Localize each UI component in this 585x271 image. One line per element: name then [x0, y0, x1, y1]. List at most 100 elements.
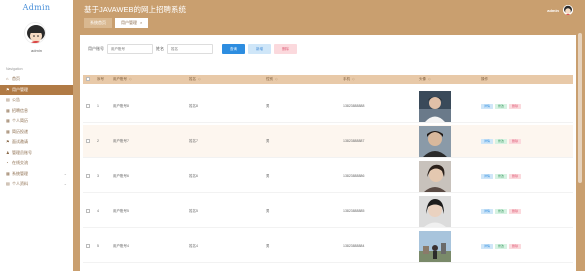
- sidebar-item-jobs[interactable]: ▦ 招聘信息: [0, 106, 73, 117]
- table-header: 序号 用户账号 ◇ 姓名 ◇ 性别 ◇ 手机 ◇ 头像 ◇ 操作: [83, 75, 573, 84]
- tab-home[interactable]: 系统首页: [84, 18, 112, 28]
- row-checkbox[interactable]: [86, 173, 90, 178]
- top-header: 基于JAVAWEB的网上招聘系统 系统首页 用户管理 × admin: [73, 0, 585, 29]
- user-icon: ♟: [6, 149, 10, 155]
- table-row: 2 用户账号7 姓名7 男 13823888887 详情 修改 删除: [83, 125, 573, 158]
- cell-phone: 13823888885: [343, 209, 365, 213]
- header-name[interactable]: 姓名 ◇: [189, 77, 266, 82]
- row-delete-button[interactable]: 删除: [509, 208, 522, 214]
- user-photo: [419, 230, 451, 262]
- sidebar-item-home[interactable]: ⌂ 首页: [0, 74, 73, 85]
- sidebar-item-label: 个人资料: [12, 181, 28, 186]
- cell-phone: 13823888886: [343, 174, 365, 178]
- edit-button[interactable]: 修改: [495, 208, 508, 214]
- sort-icon[interactable]: ◇: [428, 77, 431, 81]
- grid-icon: ▦: [6, 170, 10, 176]
- row-delete-button[interactable]: 删除: [509, 173, 522, 179]
- cell-no: 2: [97, 139, 99, 143]
- main-panel: 用户账号 姓名 查询 新增 删除 序号 用户账号◇ 姓名◇ 性别◇ 手机◇ 头像…: [80, 35, 576, 271]
- row-delete-button[interactable]: 删除: [509, 103, 522, 109]
- tab-users[interactable]: 用户管理 ×: [115, 18, 149, 28]
- sidebar-item-label: 公告: [12, 97, 20, 102]
- select-all-checkbox[interactable]: [86, 77, 90, 81]
- grid-icon: ▦: [6, 118, 10, 123]
- search-bar: 用户账号 姓名 查询 新增 删除: [88, 43, 297, 54]
- detail-button[interactable]: 详情: [481, 173, 494, 179]
- row-checkbox[interactable]: [86, 243, 90, 248]
- header-account[interactable]: 用户账号 ◇: [113, 77, 189, 82]
- search-button[interactable]: 查询: [222, 43, 245, 54]
- cell-phone: 13823888884: [343, 244, 365, 248]
- grid-icon: ▦: [6, 107, 10, 113]
- sidebar-item-interview[interactable]: ⚑ 面试邀请: [0, 137, 73, 148]
- nav-heading: Navigation: [6, 67, 23, 71]
- row-checkbox[interactable]: [86, 103, 90, 108]
- sidebar-item-admin-account[interactable]: ♟ 管理员账号: [0, 148, 73, 159]
- cell-name: 姓名5: [189, 208, 198, 213]
- delete-button[interactable]: 删除: [274, 43, 297, 54]
- sidebar-item-resume[interactable]: ▦ 个人简历: [0, 116, 73, 127]
- sidebar-item-notice[interactable]: ▤ 公告: [0, 95, 73, 106]
- cell-sex: 男: [266, 173, 270, 178]
- edit-button[interactable]: 修改: [495, 103, 508, 109]
- page-scrollbar[interactable]: [578, 33, 582, 183]
- cell-account: 用户账号4: [113, 243, 129, 248]
- name-search-input[interactable]: [167, 43, 213, 54]
- table-row: 1 用户账号8 姓名8 男 13823888888 详情 修改 删除: [83, 90, 573, 123]
- sidebar-item-label: 简历投递: [12, 128, 28, 134]
- tab-label: 用户管理: [121, 20, 137, 25]
- cell-sex: 男: [266, 208, 270, 213]
- home-icon: ⌂: [6, 76, 9, 81]
- sidebar-item-label: 在线交流: [12, 160, 28, 165]
- edit-button[interactable]: 修改: [495, 138, 508, 144]
- user-photo: [419, 125, 451, 157]
- sidebar-item-system[interactable]: ▦ 系统管理 ⌄: [0, 169, 73, 180]
- sidebar-item-chat[interactable]: ◔ 在线交流: [0, 158, 73, 169]
- user-photo: [419, 90, 451, 122]
- sort-icon[interactable]: ◇: [352, 77, 355, 81]
- document-icon: ▤: [6, 181, 10, 186]
- header-actions: 操作: [481, 77, 488, 81]
- detail-button[interactable]: 详情: [481, 243, 494, 249]
- cell-no: 1: [97, 104, 99, 108]
- sort-icon[interactable]: ◇: [129, 77, 132, 81]
- edit-button[interactable]: 修改: [495, 243, 508, 249]
- row-delete-button[interactable]: 删除: [509, 243, 522, 249]
- edit-button[interactable]: 修改: [495, 173, 508, 179]
- sidebar-nav: ⌂ 首页 ⚑ 用户管理 ▤ 公告 ▦ 招聘信息 ▦ 个人简历 ▦ 简历投递 ⚑ 面试邀请 ♟ 管…: [0, 74, 73, 190]
- cell-sex: 男: [266, 138, 270, 143]
- sidebar-item-users[interactable]: ⚑ 用户管理: [0, 84, 73, 95]
- detail-button[interactable]: 详情: [481, 208, 494, 214]
- sidebar-item-delivery[interactable]: ▦ 简历投递: [0, 127, 73, 138]
- sidebar-item-label: 用户管理: [12, 86, 28, 92]
- cell-no: 5: [97, 244, 99, 248]
- sort-icon[interactable]: ◇: [275, 77, 278, 81]
- chevron-down-icon: ⌄: [63, 181, 67, 186]
- cell-name: 姓名7: [189, 138, 198, 143]
- header-phone[interactable]: 手机 ◇: [343, 77, 419, 82]
- sidebar-item-profile[interactable]: ▤ 个人资料 ⌄: [0, 179, 73, 190]
- tab-bar: 系统首页 用户管理 ×: [84, 18, 149, 28]
- close-icon[interactable]: ×: [140, 20, 142, 25]
- detail-button[interactable]: 详情: [481, 103, 494, 109]
- header-avatar[interactable]: 头像 ◇: [419, 77, 481, 82]
- cell-sex: 男: [266, 243, 270, 248]
- add-button[interactable]: 新增: [248, 43, 271, 54]
- admin-avatar[interactable]: [563, 5, 573, 15]
- avatar[interactable]: [24, 22, 46, 44]
- row-delete-button[interactable]: 删除: [509, 138, 522, 144]
- user-photo: [419, 160, 451, 192]
- cell-phone: 13823888888: [343, 104, 365, 108]
- flag-icon: ⚑: [6, 86, 10, 92]
- row-checkbox[interactable]: [86, 208, 90, 213]
- header-sex[interactable]: 性别 ◇: [266, 77, 343, 82]
- cell-name: 姓名4: [189, 243, 198, 248]
- cell-account: 用户账号5: [113, 208, 129, 213]
- cell-account: 用户账号8: [113, 103, 129, 108]
- sort-icon[interactable]: ◇: [198, 77, 201, 81]
- detail-button[interactable]: 详情: [481, 138, 494, 144]
- account-search-input[interactable]: [107, 43, 153, 54]
- sidebar-item-label: 管理员账号: [12, 149, 32, 155]
- admin-label[interactable]: admin: [547, 8, 559, 13]
- row-checkbox[interactable]: [86, 138, 90, 143]
